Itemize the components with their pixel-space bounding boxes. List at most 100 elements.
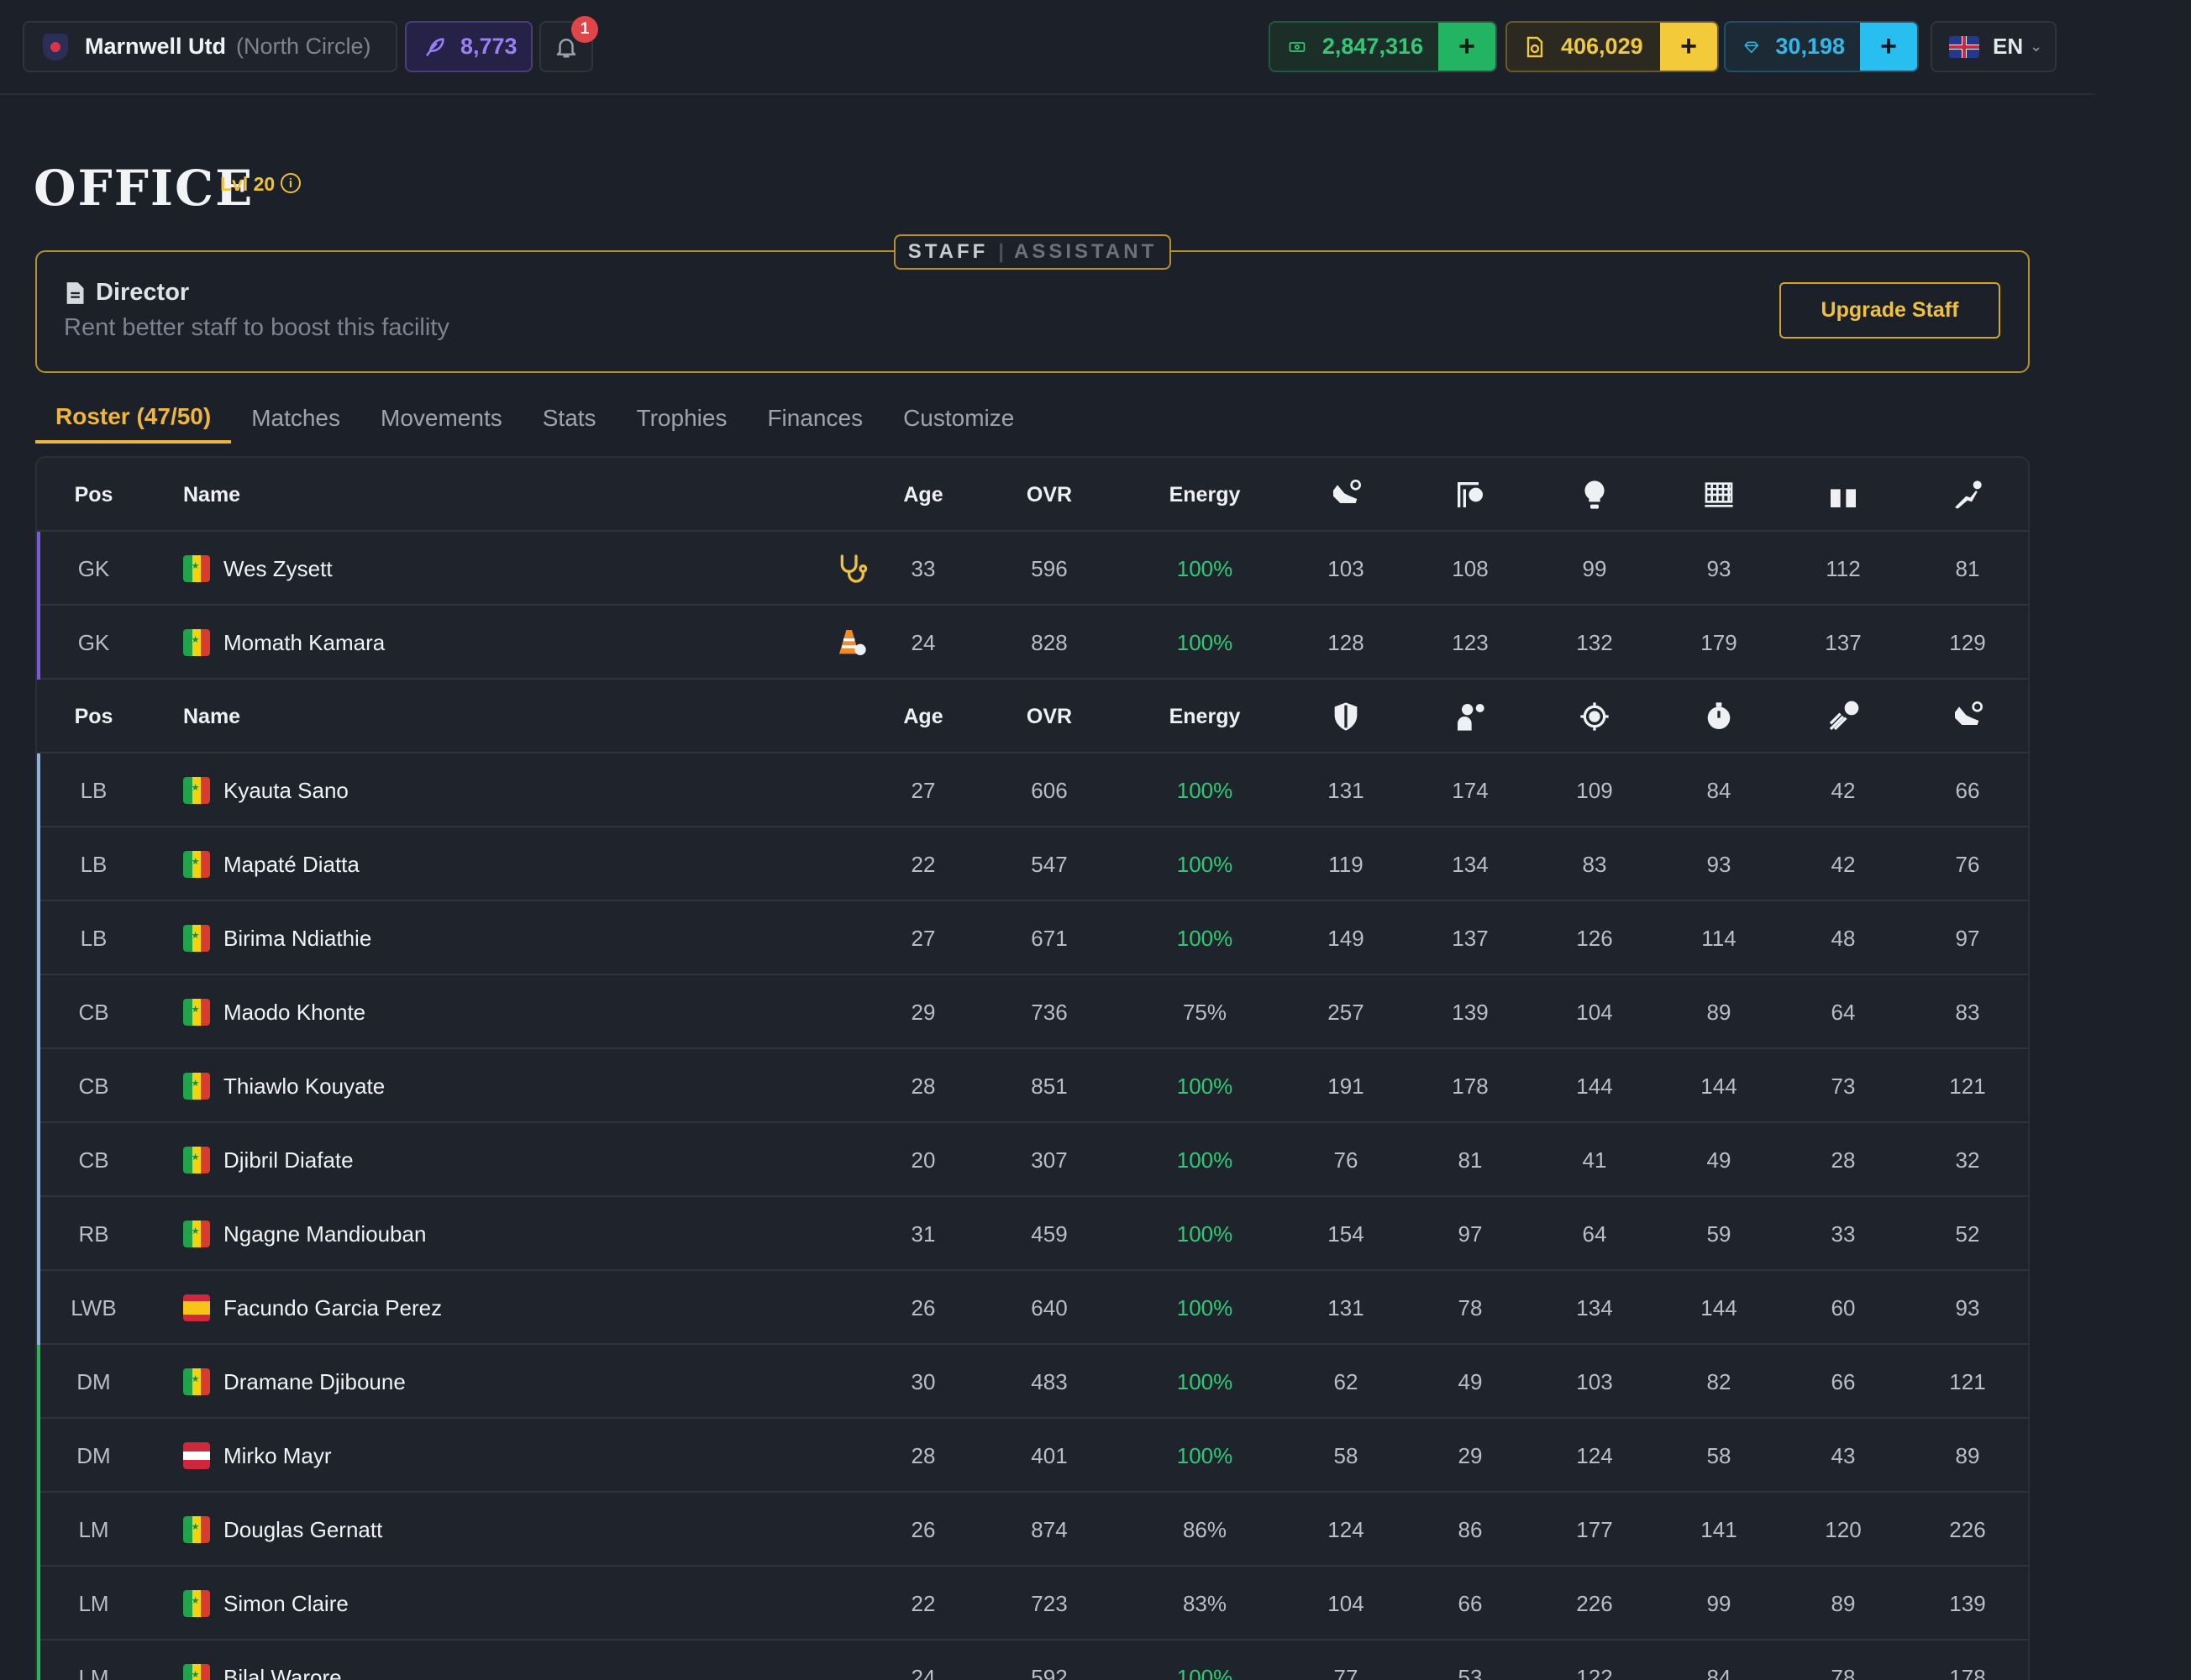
stat-column-header[interactable] <box>1673 680 1765 753</box>
player-row[interactable]: LM Bilal Warore 24 592 100% 77 53 122 84 78 178 <box>37 1641 2028 1680</box>
col-ovr-header[interactable]: OVR <box>1003 458 1096 532</box>
player-row[interactable]: LB Birima Ndiathie 27 671 100% 149 137 126 114 48… <box>37 901 2028 975</box>
player-name-cell[interactable]: Thiawlo Kouyate <box>148 1049 736 1123</box>
player-position: DM <box>76 1442 111 1468</box>
player-ovr: 723 <box>1031 1590 1068 1616</box>
player-row[interactable]: DM Dramane Djiboune 30 483 100% 62 49 103 82 66 12… <box>37 1345 2028 1419</box>
stat-column-header[interactable] <box>1797 680 1889 753</box>
player-name-cell[interactable]: Simon Claire <box>148 1567 736 1641</box>
tab-finances[interactable]: Finances <box>747 393 883 444</box>
player-row[interactable]: CB Djibril Diafate 20 307 100% 76 81 41 49 28 32 <box>37 1123 2028 1197</box>
tab-customize[interactable]: Customize <box>883 393 1034 444</box>
tab-stats[interactable]: Stats <box>523 393 617 444</box>
col-energy-header[interactable]: Energy <box>1129 458 1280 532</box>
player-row[interactable]: LB Kyauta Sano 27 606 100% 131 174 109 84 42 66 <box>37 753 2028 827</box>
notifications-button[interactable]: 1 <box>539 16 598 72</box>
bulb-icon <box>1584 480 1605 509</box>
player-stat: 66 <box>1955 777 1980 803</box>
stat-column-header[interactable] <box>1548 458 1641 532</box>
player-name-cell[interactable]: Birima Ndiathie <box>148 901 736 975</box>
stat-column-header[interactable] <box>1673 458 1765 532</box>
staff-toggle-option[interactable]: STAFF <box>908 240 989 264</box>
player-row[interactable]: CB Maodo Khonte 29 736 75% 257 139 104 89 64 83 <box>37 975 2028 1049</box>
stat-column-header[interactable] <box>1424 680 1516 753</box>
feather-balance[interactable]: 8,773 <box>405 21 533 72</box>
col-ovr-header[interactable]: OVR <box>1003 680 1096 753</box>
player-name[interactable]: Maodo Khonte <box>223 1000 365 1026</box>
training-cone-icon <box>839 630 866 655</box>
player-name[interactable]: Ngagne Mandiouban <box>223 1221 426 1247</box>
player-name-cell[interactable]: Ngagne Mandiouban <box>148 1197 736 1271</box>
player-position: LB <box>80 851 108 877</box>
stat-column-header[interactable] <box>1921 458 2014 532</box>
language-selector[interactable]: EN ⌄ <box>1931 21 2057 72</box>
player-name[interactable]: Simon Claire <box>223 1591 349 1617</box>
stat-column-header[interactable] <box>1921 680 2014 753</box>
player-name[interactable]: Wes Zysett <box>223 556 333 582</box>
facility-level: Lvl 20 <box>220 173 276 195</box>
tab-roster[interactable]: Roster (47/50) <box>35 393 232 444</box>
info-icon[interactable]: i <box>281 173 301 193</box>
player-name-cell[interactable]: Douglas Gernatt <box>148 1493 736 1567</box>
player-name[interactable]: Mirko Mayr <box>223 1443 332 1469</box>
player-name[interactable]: Djibril Diafate <box>223 1147 354 1173</box>
tab-matches[interactable]: Matches <box>231 393 360 444</box>
stat-column-header[interactable] <box>1424 458 1516 532</box>
player-name-cell[interactable]: Momath Kamara <box>148 606 736 680</box>
coin-file-icon <box>1526 36 1543 57</box>
player-name-cell[interactable]: Bilal Warore <box>148 1641 736 1680</box>
player-name[interactable]: Dramane Djiboune <box>223 1369 406 1395</box>
document-icon <box>66 281 84 304</box>
stat-column-header[interactable] <box>1548 680 1641 753</box>
player-name[interactable]: Mapaté Diatta <box>223 852 360 878</box>
stat-column-header[interactable] <box>1300 680 1392 753</box>
tab-trophies[interactable]: Trophies <box>617 393 748 444</box>
upgrade-staff-button[interactable]: Upgrade Staff <box>1779 282 2000 339</box>
player-name-cell[interactable]: Wes Zysett <box>148 532 736 606</box>
player-name-cell[interactable]: Djibril Diafate <box>148 1123 736 1197</box>
col-name-header[interactable]: Name <box>148 680 736 753</box>
col-energy-header[interactable]: Energy <box>1129 680 1280 753</box>
club-selector[interactable]: Marnwell Utd (North Circle) <box>23 21 397 72</box>
col-age-header[interactable]: Age <box>877 680 969 753</box>
stat-column-header[interactable] <box>1797 458 1889 532</box>
stat-column-header[interactable] <box>1300 458 1392 532</box>
player-name[interactable]: Douglas Gernatt <box>223 1517 382 1543</box>
col-name-header[interactable]: Name <box>148 458 736 532</box>
player-row[interactable]: CB Thiawlo Kouyate 28 851 100% 191 178 144 144 73… <box>37 1049 2028 1123</box>
col-age-header[interactable]: Age <box>877 458 969 532</box>
player-row[interactable]: GK Momath Kamara 24 828 100% 128 123 132 179 137 1… <box>37 606 2028 680</box>
player-name-cell[interactable]: Facundo Garcia Perez <box>148 1271 736 1345</box>
player-status[interactable] <box>833 606 870 680</box>
player-name-cell[interactable]: Dramane Djiboune <box>148 1345 736 1419</box>
player-name[interactable]: Kyauta Sano <box>223 778 349 804</box>
player-row[interactable]: LWB Facundo Garcia Perez 26 640 100% 131 78 134… <box>37 1271 2028 1345</box>
player-name-cell[interactable]: Mapaté Diatta <box>148 827 736 901</box>
player-row[interactable]: RB Ngagne Mandiouban 31 459 100% 154 97 64 59 33 5… <box>37 1197 2028 1271</box>
player-name[interactable]: Bilal Warore <box>223 1665 342 1680</box>
player-row[interactable]: LB Mapaté Diatta 22 547 100% 119 134 83 93 42 76 <box>37 827 2028 901</box>
buy-gems-button[interactable]: + <box>1860 23 1917 71</box>
player-stat: 120 <box>1825 1516 1862 1542</box>
buy-cash-button[interactable]: + <box>1438 23 1495 71</box>
cash-icon <box>1289 41 1306 52</box>
player-name[interactable]: Momath Kamara <box>223 630 385 656</box>
tab-movements[interactable]: Movements <box>360 393 523 444</box>
col-pos-header[interactable]: Pos <box>37 680 150 753</box>
player-row[interactable]: GK Wes Zysett 33 596 100% 103 108 99 93 112 81 <box>37 532 2028 606</box>
player-row[interactable]: LM Douglas Gernatt 26 874 86% 124 86 177 141 120 2… <box>37 1493 2028 1567</box>
buy-coins-button[interactable]: + <box>1660 23 1717 71</box>
player-name[interactable]: Thiawlo Kouyate <box>223 1074 385 1100</box>
player-name[interactable]: Facundo Garcia Perez <box>223 1295 442 1321</box>
player-status[interactable] <box>833 532 870 606</box>
player-row[interactable]: DM Mirko Mayr 28 401 100% 58 29 124 58 43 89 <box>37 1419 2028 1493</box>
staff-assistant-toggle[interactable]: STAFF | ASSISTANT <box>894 234 1171 270</box>
player-name-cell[interactable]: Kyauta Sano <box>148 753 736 827</box>
player-name[interactable]: Birima Ndiathie <box>223 926 371 952</box>
player-age: 30 <box>911 1368 936 1394</box>
player-row[interactable]: LM Simon Claire 22 723 83% 104 66 226 99 89 139 <box>37 1567 2028 1641</box>
player-name-cell[interactable]: Mirko Mayr <box>148 1419 736 1493</box>
assistant-toggle-option[interactable]: ASSISTANT <box>1014 240 1157 264</box>
col-pos-header[interactable]: Pos <box>37 458 150 532</box>
player-name-cell[interactable]: Maodo Khonte <box>148 975 736 1049</box>
